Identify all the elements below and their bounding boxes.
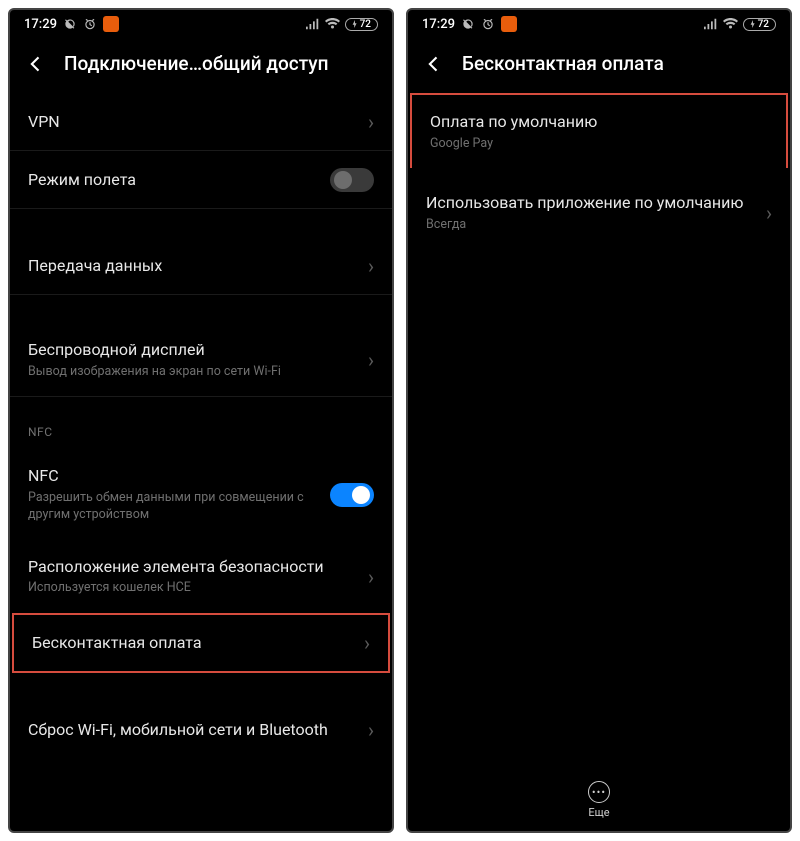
app-badge-icon [103, 16, 119, 32]
row-sublabel: Используется кошелек HCE [28, 580, 354, 597]
page-title: Подключение…общий доступ [64, 52, 328, 75]
spacer [10, 295, 392, 323]
phone-left: 17:29 72 Подключение…общий [8, 8, 394, 833]
nfc-toggle[interactable] [330, 483, 374, 507]
row-sublabel: Всегда [426, 217, 752, 234]
chevron-right-icon: › [766, 201, 772, 225]
status-bar: 17:29 72 [408, 10, 790, 38]
spacer [10, 209, 392, 237]
row-nfc[interactable]: NFC Разрешить обмен данными при совмещен… [10, 449, 392, 539]
status-right: 72 [306, 18, 378, 31]
status-left: 17:29 [24, 16, 119, 32]
battery-indicator: 72 [345, 18, 378, 31]
row-label: Беспроводной дисплей [28, 339, 354, 361]
row-default-payment[interactable]: Оплата по умолчанию Google Pay [410, 93, 788, 168]
alarm-off-icon [63, 17, 77, 31]
row-label: NFC [28, 465, 316, 487]
row-data-transfer[interactable]: Передача данных › [10, 237, 392, 295]
chevron-right-icon: › [364, 631, 370, 655]
page-title: Бесконтактная оплата [462, 52, 664, 75]
row-sublabel: Вывод изображения на экран по сети Wi-Fi [28, 364, 354, 381]
row-airplane-mode[interactable]: Режим полета [10, 151, 392, 209]
chevron-right-icon: › [368, 254, 374, 278]
alarm-off-icon [461, 17, 475, 31]
back-button[interactable] [424, 54, 444, 74]
row-label: Передача данных [28, 255, 354, 277]
header: Подключение…общий доступ [10, 38, 392, 93]
section-nfc: NFC [10, 397, 392, 449]
row-label: VPN [28, 111, 354, 133]
chevron-right-icon: › [368, 348, 374, 372]
row-use-default-app[interactable]: Использовать приложение по умолчанию Все… [408, 176, 790, 249]
row-label: Оплата по умолчанию [430, 111, 754, 133]
status-time: 17:29 [422, 17, 455, 32]
more-icon: ••• [588, 781, 610, 803]
header: Бесконтактная оплата [408, 38, 790, 93]
row-reset-network[interactable]: Сброс Wi-Fi, мобильной сети и Bluetooth … [10, 701, 392, 759]
back-button[interactable] [26, 54, 46, 74]
row-sublabel: Google Pay [430, 136, 754, 153]
row-vpn[interactable]: VPN › [10, 93, 392, 151]
nav-more[interactable]: ••• Еще [588, 781, 610, 819]
battery-indicator: 72 [743, 18, 776, 31]
settings-list: Оплата по умолчанию Google Pay Использов… [408, 93, 790, 771]
bottom-nav: ••• Еще [408, 771, 790, 831]
row-label: Сброс Wi-Fi, мобильной сети и Bluetooth [28, 719, 354, 741]
signal-icon [306, 18, 320, 30]
status-bar: 17:29 72 [10, 10, 392, 38]
phone-right: 17:29 72 Бесконтактная опла [406, 8, 792, 833]
row-label: Режим полета [28, 169, 316, 191]
wifi-icon [325, 18, 340, 30]
status-right: 72 [704, 18, 776, 31]
airplane-toggle[interactable] [330, 168, 374, 192]
row-contactless-payment[interactable]: Бесконтактная оплата › [12, 613, 390, 673]
nav-label: Еще [588, 806, 609, 819]
spacer [10, 673, 392, 701]
status-left: 17:29 [422, 16, 517, 32]
chevron-right-icon: › [368, 565, 374, 589]
row-security-element[interactable]: Расположение элемента безопасности Испол… [10, 540, 392, 613]
row-label: Использовать приложение по умолчанию [426, 192, 752, 214]
alarm-icon [83, 17, 97, 31]
chevron-right-icon: › [368, 718, 374, 742]
row-sublabel: Разрешить обмен данными при совмещении с… [28, 490, 316, 524]
row-wireless-display[interactable]: Беспроводной дисплей Вывод изображения н… [10, 323, 392, 397]
alarm-icon [481, 17, 495, 31]
settings-list: VPN › Режим полета Передача данных › Бес… [10, 93, 392, 831]
app-badge-icon [501, 16, 517, 32]
status-time: 17:29 [24, 17, 57, 32]
row-label: Расположение элемента безопасности [28, 556, 354, 578]
chevron-right-icon: › [368, 110, 374, 134]
spacer [408, 168, 790, 176]
signal-icon [704, 18, 718, 30]
wifi-icon [723, 18, 738, 30]
row-label: Бесконтактная оплата [32, 632, 350, 654]
